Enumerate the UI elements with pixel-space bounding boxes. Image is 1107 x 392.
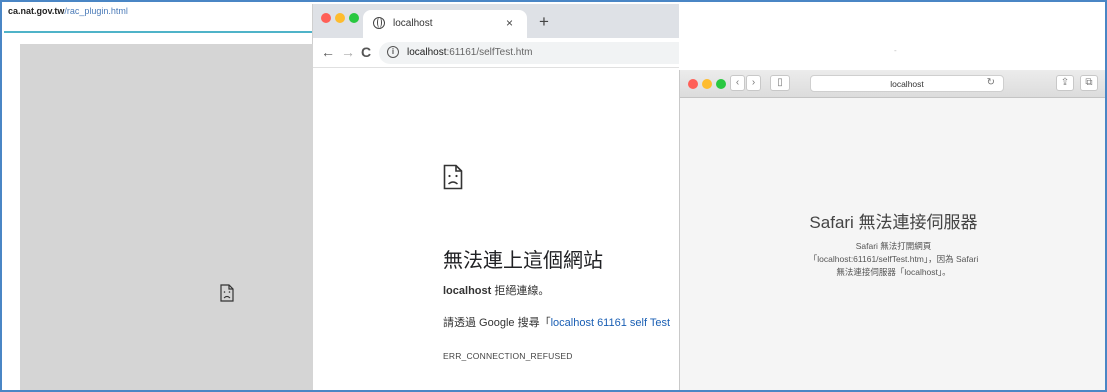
error-title: 無法連上這個網站 [443, 250, 603, 272]
omnibox-url: localhost:61161/selfTest.htm [407, 47, 532, 58]
url-host: localhost [407, 47, 447, 58]
safari-window: ‹ › ▯ localhost ↻ ⇪ ⧉ Safari 無法連接伺服器 Saf… [679, 70, 1105, 390]
chrome-traffic-lights [321, 13, 359, 23]
sad-document-icon [220, 284, 234, 302]
url-path: :61161/selfTest.htm [446, 47, 533, 58]
chrome-error-page: 無法連上這個網站 localhost 拒絕連線。 請透過 Google 搜尋「l… [313, 68, 679, 390]
suggestion-prefix: 請透過 Google 搜尋「 [443, 317, 551, 329]
back-button[interactable]: ← [321, 44, 335, 60]
url-underline [4, 31, 312, 33]
zoom-window-button[interactable] [349, 13, 359, 23]
close-window-button[interactable] [321, 13, 331, 23]
close-window-button[interactable] [688, 79, 698, 89]
chrome-tab-bar: localhost × + [313, 4, 679, 38]
sad-document-icon [443, 164, 463, 190]
google-search-link[interactable]: localhost 61161 self Test [551, 317, 670, 329]
globe-icon [373, 17, 385, 29]
minimize-window-button[interactable] [702, 79, 712, 89]
tab-close-button[interactable]: × [506, 16, 513, 30]
info-icon[interactable]: i [387, 46, 399, 58]
minimize-window-button[interactable] [335, 13, 345, 23]
chrome-toolbar: ← → C i localhost:61161/selfTest.htm [313, 38, 679, 68]
reload-icon[interactable]: ↻ [987, 77, 995, 88]
tab-localhost[interactable]: localhost × [363, 10, 527, 38]
safari-area: - ‹ › ▯ localhost ↻ ⇪ ⧉ Safari 無法連接伺服器 S… [679, 4, 1105, 390]
new-tab-button[interactable]: + [539, 12, 549, 32]
safari-error-description: Safari 無法打開網頁 「localhost:61161/selfTest.… [680, 240, 1105, 279]
error-message: localhost 拒絕連線。 [443, 282, 549, 298]
safari-address-text: localhost [890, 79, 924, 89]
desc-line-2: 「localhost:61161/selfTest.htm」，因為 Safari [808, 254, 979, 264]
search-suggestion: 請透過 Google 搜尋「localhost 61161 self Test [443, 314, 670, 330]
desc-line-3: 無法連接伺服器「localhost」。 [836, 267, 951, 277]
reload-button[interactable]: C [361, 44, 371, 60]
plugin-placeholder-area [20, 44, 316, 390]
desktop-mark: - [894, 46, 897, 55]
chrome-window: localhost × + ← → C i localhost:61161/se… [313, 4, 679, 390]
zoom-window-button[interactable] [716, 79, 726, 89]
error-refused-text: 拒絕連線。 [491, 285, 550, 297]
sidebar-button[interactable]: ▯ [770, 75, 790, 91]
desc-line-1: Safari 無法打開網頁 [855, 241, 932, 251]
forward-button[interactable]: → [341, 44, 355, 60]
tabs-icon[interactable]: ⧉ [1080, 75, 1098, 91]
tab-title: localhost [393, 18, 433, 29]
safari-toolbar: ‹ › ▯ localhost ↻ ⇪ ⧉ [680, 70, 1105, 98]
omnibox[interactable]: i localhost:61161/selfTest.htm [379, 42, 679, 64]
error-host: localhost [443, 285, 492, 297]
forward-button[interactable]: › [746, 75, 761, 91]
desktop-background: - [679, 4, 1105, 70]
safari-address-bar[interactable]: localhost ↻ [810, 75, 1004, 92]
left-url-path: /rac_plugin.html [64, 6, 128, 16]
left-url-host: ca.nat.gov.tw [8, 6, 65, 16]
back-button[interactable]: ‹ [730, 75, 745, 91]
safari-error-page: Safari 無法連接伺服器 Safari 無法打開網頁 「localhost:… [680, 98, 1105, 390]
screenshot-frame: ca.nat.gov.tw/rac_plugin.html localhost [0, 0, 1107, 392]
left-browser-window: ca.nat.gov.tw/rac_plugin.html [4, 4, 316, 390]
safari-error-title: Safari 無法連接伺服器 [809, 213, 978, 232]
error-code: ERR_CONNECTION_REFUSED [443, 351, 573, 361]
share-icon[interactable]: ⇪ [1056, 75, 1074, 91]
left-url-bar[interactable]: ca.nat.gov.tw/rac_plugin.html [8, 6, 128, 16]
safari-traffic-lights [688, 79, 726, 89]
